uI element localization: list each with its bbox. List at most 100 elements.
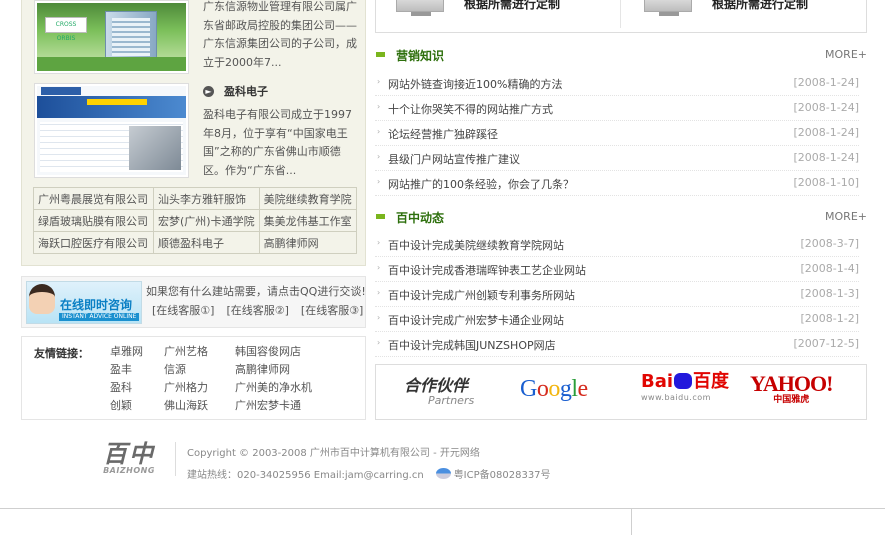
- section-marker-icon: [376, 52, 385, 57]
- friend-link[interactable]: 盈丰: [110, 362, 164, 378]
- chevron-right-icon: ›: [377, 77, 381, 86]
- friend-links-grid: 卓雅网 广州艺格 韩国容俊网店 盈丰 信源 高鹏律师网 盈科 广州格力 广州美的…: [110, 344, 335, 414]
- section-marker-icon: [376, 214, 385, 219]
- item-title[interactable]: 网站推广的100条经验，你会了几条？: [388, 176, 574, 192]
- item-title[interactable]: 网站外链查询接近100%精确的方法: [388, 76, 562, 92]
- icp-number[interactable]: 粤ICP备08028337号: [454, 466, 551, 481]
- client-link[interactable]: 高鹏律师网: [258, 231, 357, 254]
- divider: [175, 442, 176, 476]
- more-link[interactable]: MORE+: [825, 210, 867, 223]
- client-links-table: 广州粤晨展览有限公司 汕头李方雅轩服饰 美院继续教育学院 绿盾玻璃贴膜有限公司 …: [33, 187, 357, 254]
- google-logo-letter: G: [520, 376, 537, 402]
- client-link[interactable]: 美院继续教育学院: [258, 187, 357, 210]
- friend-link[interactable]: 广州艺格: [164, 344, 235, 360]
- item-title[interactable]: 县级门户网站宣传推广建议: [388, 151, 520, 167]
- monitor-icon: [396, 0, 444, 16]
- friend-link[interactable]: 创颖: [110, 398, 164, 414]
- product-item-2[interactable]: 根据所需进行定制: [644, 0, 809, 16]
- icp-badge-icon: [435, 468, 451, 479]
- item-date: [2008-1-24]: [793, 126, 859, 139]
- news-section-header: 百中动态 MORE+: [375, 209, 867, 229]
- list-item[interactable]: › 县级门户网站宣传推广建议 [2008-1-24]: [375, 146, 859, 171]
- case-description-yingke: 盈科电子有限公司成立于1997年8月，位于享有“中国家电王国”之称的广东省佛山市…: [203, 108, 352, 177]
- client-link[interactable]: 集美龙伟基工作室: [258, 209, 357, 232]
- google-logo-letter: e: [577, 376, 589, 402]
- copyright-text: Copyright © 2003-2008 广州市百中计算机有限公司 - 开元网…: [187, 448, 480, 459]
- item-title[interactable]: 百中设计完成广州宏梦卡通企业网站: [388, 312, 564, 328]
- chevron-right-icon: ›: [377, 263, 381, 272]
- item-title[interactable]: 论坛经营推广独辟蹊径: [388, 126, 498, 142]
- marketing-section-header: 营销知识 MORE+: [375, 47, 867, 67]
- friend-link[interactable]: 广州格力: [164, 380, 235, 396]
- item-title[interactable]: 十个让你哭笑不得的网站推广方式: [388, 101, 553, 117]
- friend-link[interactable]: 韩国容俊网店: [235, 344, 335, 360]
- divider: [620, 0, 621, 28]
- case-thumbnail-xinyuan[interactable]: CROSS ORBIS: [34, 0, 189, 74]
- google-logo-letter: g: [559, 376, 572, 402]
- monitor-icon: [644, 0, 692, 16]
- item-title[interactable]: 百中设计完成广州创颖专利事务所网站: [388, 287, 575, 303]
- friend-link[interactable]: 广州美的净水机: [235, 380, 335, 396]
- case-thumbnail-yingke[interactable]: [34, 83, 189, 178]
- list-item[interactable]: › 百中设计完成香港瑞晖钟表工艺企业网站 [2008-1-4]: [375, 257, 859, 282]
- list-item[interactable]: › 百中设计完成广州宏梦卡通企业网站 [2008-1-2]: [375, 307, 859, 332]
- friend-link[interactable]: 卓雅网: [110, 344, 164, 360]
- friend-link[interactable]: 高鹏律师网: [235, 362, 335, 378]
- xinyuan-site-screenshot: CROSS ORBIS: [37, 3, 186, 71]
- partners-title-en: Partners: [428, 394, 475, 407]
- client-link[interactable]: 宏梦(广州)卡通学院: [153, 209, 260, 232]
- customer-service-link-2[interactable]: [在线客服②]: [226, 302, 288, 318]
- list-item[interactable]: › 十个让你哭笑不得的网站推广方式 [2008-1-24]: [375, 96, 859, 121]
- item-date: [2008-1-24]: [793, 151, 859, 164]
- product-strip: 根据所需进行定制 根据所需进行定制: [375, 0, 867, 33]
- friend-link[interactable]: 盈科: [110, 380, 164, 396]
- product-label: 根据所需进行定制: [712, 0, 809, 11]
- friend-link[interactable]: 广州宏梦卡通: [235, 398, 335, 414]
- bullet-arrow-icon: ►: [203, 85, 214, 97]
- partners-title-zh: 合作伙伴: [404, 376, 469, 395]
- list-item[interactable]: › 百中设计完成美院继续教育学院网站 [2008-3-7]: [375, 232, 859, 257]
- list-item[interactable]: › 论坛经营推广独辟蹊径 [2008-1-24]: [375, 121, 859, 146]
- more-link[interactable]: MORE+: [825, 48, 867, 61]
- friend-link[interactable]: 佛山海跃: [164, 398, 235, 414]
- browser-status-bar: [0, 508, 885, 535]
- section-title: 营销知识: [396, 49, 445, 63]
- customer-service-link-1[interactable]: [在线客服①]: [152, 302, 214, 318]
- chevron-right-icon: ›: [377, 102, 381, 111]
- google-logo[interactable]: Google: [520, 376, 588, 403]
- item-title[interactable]: 百中设计完成美院继续教育学院网站: [388, 237, 564, 253]
- customer-service-links: [在线客服①] [在线客服②] [在线客服③]: [152, 302, 363, 318]
- baidu-logo[interactable]: Bai 百度 www.baidu.com: [641, 371, 729, 402]
- customer-service-link-3[interactable]: [在线客服③]: [301, 302, 363, 318]
- contact-line: 建站热线：020-34025956 Email:jam@carring.cn 粤…: [187, 466, 551, 481]
- client-link[interactable]: 海跃口腔医疗有限公司: [33, 231, 154, 254]
- client-link[interactable]: 广州粤晨展览有限公司: [33, 187, 154, 210]
- chevron-right-icon: ›: [377, 338, 381, 347]
- client-link[interactable]: 顺德盈科电子: [153, 231, 260, 254]
- marketing-list: › 网站外链查询接近100%精确的方法 [2008-1-24] › 十个让你哭笑不得的…: [375, 71, 859, 196]
- client-link[interactable]: 汕头李方雅轩服饰: [153, 187, 260, 210]
- list-item[interactable]: › 百中设计完成韩国JUNZSHOP网店 [2007-12-5]: [375, 332, 859, 357]
- chevron-right-icon: ›: [377, 127, 381, 136]
- item-title[interactable]: 百中设计完成香港瑞晖钟表工艺企业网站: [388, 262, 586, 278]
- item-title[interactable]: 百中设计完成韩国JUNZSHOP网店: [388, 337, 556, 353]
- google-logo-letter: o: [548, 376, 560, 402]
- list-item[interactable]: › 百中设计完成广州创颖专利事务所网站 [2008-1-3]: [375, 282, 859, 307]
- case-description-xinyuan: 广东信源物业管理有限公司属广东省邮政局控股的集团公司——广东信源集团公司的子公司…: [203, 0, 357, 69]
- chevron-right-icon: ›: [377, 152, 381, 161]
- client-link[interactable]: 绿盾玻璃贴膜有限公司: [33, 209, 154, 232]
- case-title-yingke[interactable]: ► 盈科电子: [203, 83, 268, 99]
- item-date: [2008-1-10]: [793, 176, 859, 189]
- news-list: › 百中设计完成美院继续教育学院网站 [2008-3-7] › 百中设计完成香港瑞晖钟…: [375, 232, 859, 357]
- item-date: [2008-1-3]: [800, 287, 859, 300]
- list-item[interactable]: › 网站推广的100条经验，你会了几条？ [2008-1-10]: [375, 171, 859, 196]
- product-label: 根据所需进行定制: [464, 0, 561, 11]
- friend-link[interactable]: 信源: [164, 362, 235, 378]
- footer: 百中 BAIZHONG Copyright © 2003-2008 广州市百中计…: [21, 430, 867, 488]
- list-item[interactable]: › 网站外链查询接近100%精确的方法 [2008-1-24]: [375, 71, 859, 96]
- contact-text: 建站热线：020-34025956 Email:jam@carring.cn: [187, 470, 424, 481]
- yahoo-logo[interactable]: YAHOO! 中国雅虎: [750, 373, 833, 406]
- product-item-1[interactable]: 根据所需进行定制: [396, 0, 561, 16]
- online-consult-banner[interactable]: 在线即时咨询 INSTANT ADVICE ONLINE: [26, 281, 142, 324]
- item-date: [2007-12-5]: [793, 337, 859, 350]
